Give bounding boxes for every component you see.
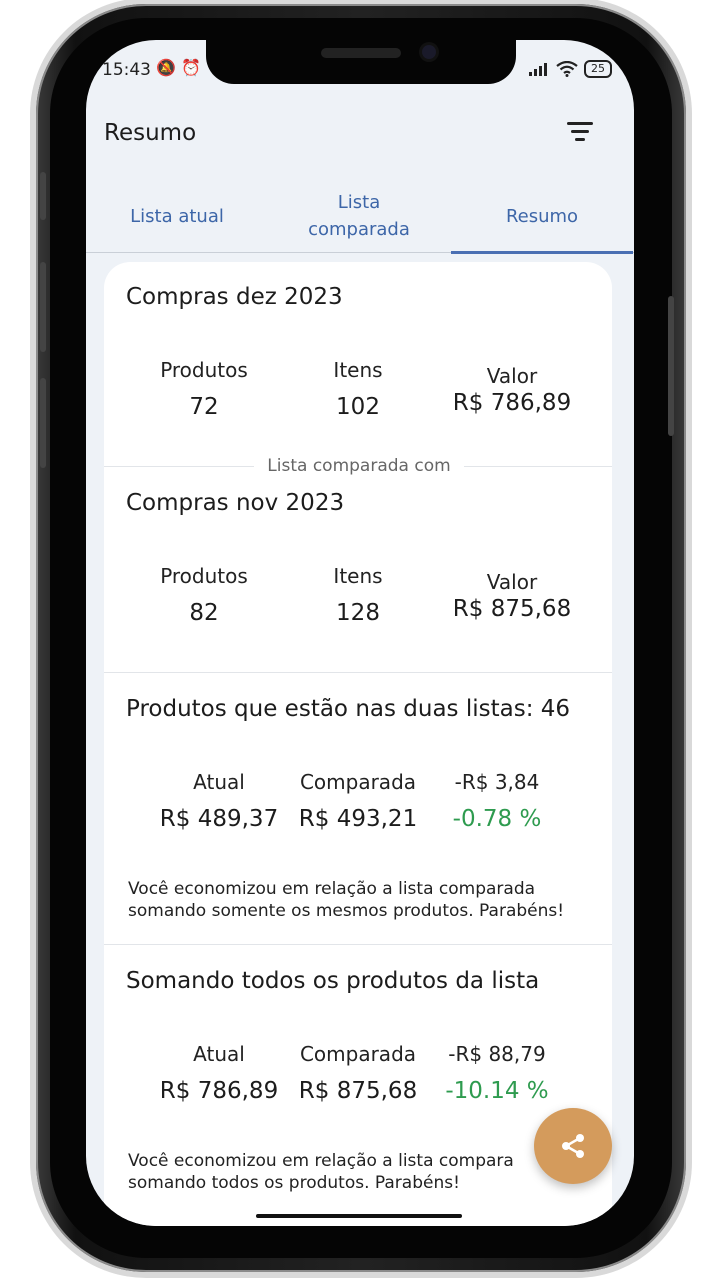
home-indicator[interactable] [256, 1214, 462, 1218]
system-icons: 25 [528, 60, 612, 78]
compared-products-label: Produtos [160, 564, 248, 588]
compared-items-label: Itens [333, 564, 383, 588]
note-line: somando somente os mesmos produtos. Para… [128, 901, 565, 921]
tab-label: Lista atual [130, 205, 224, 227]
common-diff-value: -R$ 3,84 [454, 770, 540, 794]
phone-volume-up [40, 262, 46, 352]
tab-lista-atual[interactable]: Lista atual [86, 180, 268, 252]
current-value-amount: R$ 786,89 [452, 390, 572, 416]
notification-icons: 🔕 ⏰ [156, 58, 201, 77]
phone-power-button [668, 296, 674, 436]
share-button[interactable] [534, 1108, 612, 1184]
current-items-value: 102 [336, 394, 380, 420]
common-current-label: Atual [193, 770, 245, 794]
note-line: somando todos os produtos. Parabéns! [128, 1173, 460, 1193]
mute-icon: 🔕 [156, 58, 176, 77]
app-bar: Resumo [86, 100, 634, 164]
all-compared-value: R$ 875,68 [298, 1078, 418, 1104]
note-line: Você economizou em relação a lista compa… [128, 1151, 514, 1171]
divider [104, 944, 612, 945]
common-compared-value: R$ 493,21 [298, 806, 418, 832]
all-current-value: R$ 786,89 [159, 1078, 279, 1104]
notch [206, 40, 516, 84]
filter-lines-icon[interactable] [566, 122, 594, 146]
all-diff-value: -R$ 88,79 [448, 1042, 546, 1066]
summary-card: Compras dez 2023 Produtos 72 Itens 102 V… [104, 262, 612, 1226]
tab-label: Resumo [505, 205, 579, 227]
compared-items-value: 128 [336, 600, 380, 626]
phone-volume-down [40, 378, 46, 468]
comparison-divider-label: Lista comparada com [254, 456, 464, 476]
all-current-label: Atual [193, 1042, 245, 1066]
current-value-label: Valor [486, 364, 538, 388]
speaker [321, 48, 401, 58]
all-diff-percent: -10.14 % [445, 1078, 549, 1104]
compared-value-label: Valor [486, 570, 538, 594]
phone-side-button [40, 172, 46, 220]
compared-list-title: Compras nov 2023 [126, 490, 345, 516]
wifi-icon [556, 61, 578, 77]
all-compared-label: Comparada [299, 1042, 417, 1066]
page-title: Resumo [104, 120, 197, 146]
tab-bar: Lista atual Lista comparada Resumo [86, 180, 634, 254]
common-savings-note: Você economizou em relação a lista compa… [128, 878, 598, 922]
common-compared-label: Comparada [299, 770, 417, 794]
all-products-title: Somando todos os produtos da lista [126, 968, 540, 994]
note-line: Você economizou em relação a lista compa… [128, 879, 536, 899]
tab-lista-comparada[interactable]: Lista comparada [269, 180, 449, 252]
current-items-label: Itens [333, 358, 383, 382]
battery-icon: 25 [584, 60, 612, 78]
divider [104, 672, 612, 673]
common-current-value: R$ 489,37 [159, 806, 279, 832]
compared-value-amount: R$ 875,68 [452, 596, 572, 622]
compared-products-value: 82 [189, 600, 219, 626]
current-list-title: Compras dez 2023 [126, 284, 343, 310]
tab-label: Lista comparada [308, 192, 410, 240]
share-icon [562, 1134, 584, 1158]
tab-resumo[interactable]: Resumo [451, 180, 633, 254]
common-products-title: Produtos que estão nas duas listas: 46 [126, 696, 571, 722]
signal-icon [529, 63, 547, 76]
all-savings-note: Você economizou em relação a lista compa… [128, 1150, 598, 1194]
current-products-value: 72 [189, 394, 219, 420]
front-camera [422, 45, 436, 59]
alarm-icon: ⏰ [181, 58, 201, 77]
status-time: 15:43 [102, 60, 151, 80]
current-products-label: Produtos [160, 358, 248, 382]
screen: 15:43 🔕 ⏰ 25 Resumo Lista atual Lista co… [86, 40, 634, 1226]
common-diff-percent: -0.78 % [452, 806, 542, 832]
